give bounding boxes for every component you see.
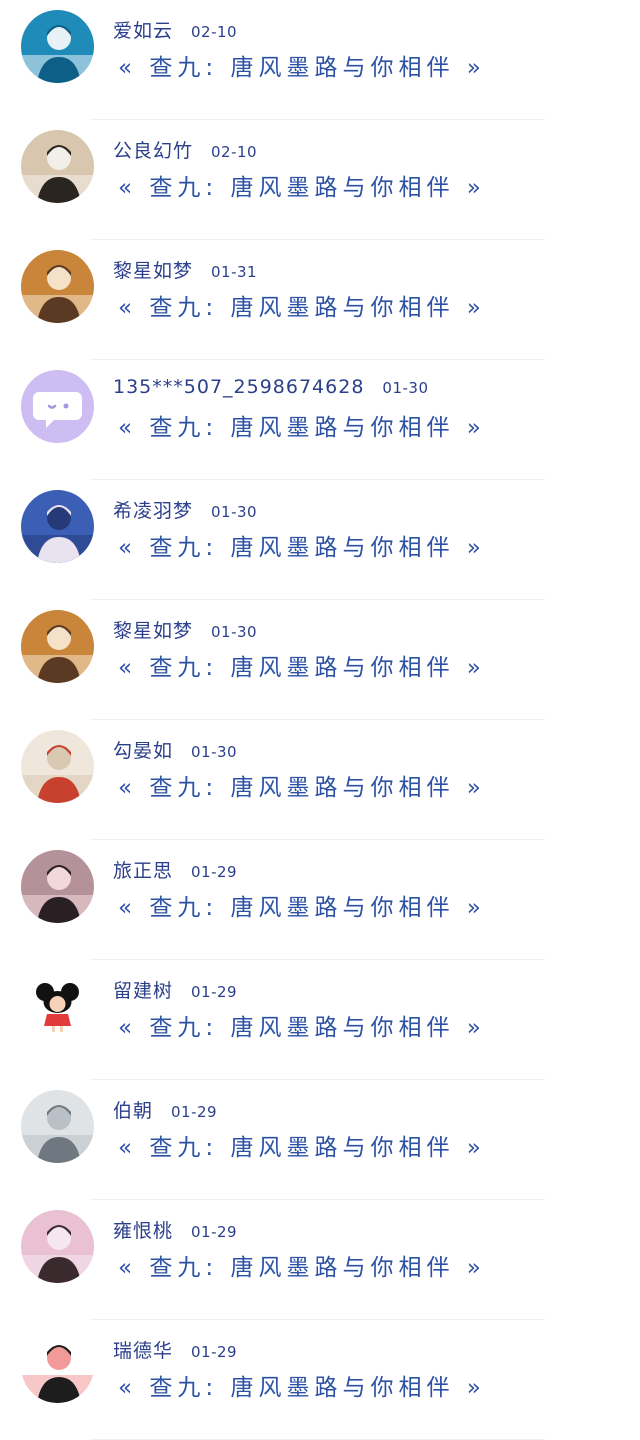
message-meta: 伯朝 01-29 [113,1096,217,1126]
message-list: 爱如云 02-10 « 查九: 唐风墨路与你相伴 » 公良幻竹 02-10 « 查九: 唐… [0,0,640,1440]
red-dress-figure-icon [21,730,94,803]
avatar[interactable] [21,610,94,683]
message-meta: 黎星如梦 01-30 [113,616,257,646]
message-date: 01-29 [191,1223,238,1241]
user-name[interactable]: 旅正思 [113,856,173,883]
cartoon-doll-avatar-icon [21,970,94,1043]
user-name[interactable]: 伯朝 [113,1096,153,1123]
avatar[interactable] [21,730,94,803]
message-meta: 勾晏如 01-30 [113,736,237,766]
user-name[interactable]: 黎星如梦 [113,616,193,643]
message-meta: 旅正思 01-29 [113,856,237,886]
girl-sunset-photo-icon [21,250,94,323]
avatar[interactable] [21,130,94,203]
avatar[interactable] [21,490,94,563]
message-meta: 公良幻竹 02-10 [113,136,257,166]
message-item[interactable]: 瑞德华 01-29 « 查九: 唐风墨路与你相伴 » [0,1320,640,1440]
man-cello-photo-icon [21,130,94,203]
user-name[interactable]: 黎星如梦 [113,256,193,283]
message-text: « 查九: 唐风墨路与你相伴 » [118,895,486,921]
avatar[interactable] [21,970,94,1043]
user-name[interactable]: 瑞德华 [113,1336,173,1363]
message-date: 01-30 [191,743,238,761]
message-date: 01-31 [211,263,258,281]
message-item[interactable]: 留建树 01-29 « 查九: 唐风墨路与你相伴 » [0,960,640,1080]
message-text: « 查九: 唐风墨路与你相伴 » [118,1015,486,1041]
message-text: « 查九: 唐风墨路与你相伴 » [118,295,486,321]
message-text: « 查九: 唐风墨路与你相伴 » [118,55,486,81]
message-text: « 查九: 唐风墨路与你相伴 » [118,535,486,561]
message-item[interactable]: 旅正思 01-29 « 查九: 唐风墨路与你相伴 » [0,840,640,960]
message-date: 01-30 [382,379,429,397]
user-name[interactable]: 雍恨桃 [113,1216,173,1243]
message-meta: 留建树 01-29 [113,976,237,1006]
message-meta: 135***507_2598674628 01-30 [113,376,429,406]
message-item[interactable]: 勾晏如 01-30 « 查九: 唐风墨路与你相伴 » [0,720,640,840]
avatar[interactable] [21,250,94,323]
message-text: « 查九: 唐风墨路与你相伴 » [118,775,486,801]
user-name[interactable]: 爱如云 [113,16,173,43]
message-text: « 查九: 唐风墨路与你相伴 » [118,415,486,441]
message-text: « 查九: 唐风墨路与你相伴 » [118,1135,486,1161]
message-meta: 爱如云 02-10 [113,16,237,46]
message-item[interactable]: 希凌羽梦 01-30 « 查九: 唐风墨路与你相伴 » [0,480,640,600]
message-text: « 查九: 唐风墨路与你相伴 » [118,175,486,201]
default-chat-avatar-icon [21,370,94,443]
window-silhouette-photo-icon [21,1090,94,1163]
message-item[interactable]: 爱如云 02-10 « 查九: 唐风墨路与你相伴 » [0,0,640,120]
message-date: 01-29 [191,983,238,1001]
message-date: 01-29 [191,863,238,881]
message-item[interactable]: 雍恨桃 01-29 « 查九: 唐风墨路与你相伴 » [0,1200,640,1320]
avatar[interactable] [21,1210,94,1283]
user-name[interactable]: 留建树 [113,976,173,1003]
message-date: 01-30 [211,503,258,521]
avatar[interactable] [21,370,94,443]
message-date: 01-29 [171,1103,218,1121]
message-item[interactable]: 伯朝 01-29 « 查九: 唐风墨路与你相伴 » [0,1080,640,1200]
message-date: 02-10 [211,143,258,161]
avatar[interactable] [21,850,94,923]
avatar[interactable] [21,1090,94,1163]
message-text: « 查九: 唐风墨路与你相伴 » [118,655,486,681]
user-name[interactable]: 135***507_2598674628 [113,376,364,398]
user-name[interactable]: 公良幻竹 [113,136,193,163]
message-date: 02-10 [191,23,238,41]
message-date: 01-30 [211,623,258,641]
dancer-photo-icon [21,10,94,83]
message-meta: 黎星如梦 01-31 [113,256,257,286]
message-meta: 雍恨桃 01-29 [113,1216,237,1246]
message-text: « 查九: 唐风墨路与你相伴 » [118,1255,486,1281]
message-item[interactable]: 135***507_2598674628 01-30 « 查九: 唐风墨路与你相伴 … [0,360,640,480]
message-text: « 查九: 唐风墨路与你相伴 » [118,1375,486,1401]
message-item[interactable]: 公良幻竹 02-10 « 查九: 唐风墨路与你相伴 » [0,120,640,240]
girl-portrait-photo-icon [21,1210,94,1283]
anime-girl-avatar-icon [21,850,94,923]
message-meta: 瑞德华 01-29 [113,1336,237,1366]
message-date: 01-29 [191,1343,238,1361]
message-meta: 希凌羽梦 01-30 [113,496,257,526]
avatar[interactable] [21,10,94,83]
anime-boy-avatar-icon [21,490,94,563]
message-item[interactable]: 黎星如梦 01-31 « 查九: 唐风墨路与你相伴 » [0,240,640,360]
cartoon-boy-avatar-icon [21,1330,94,1403]
user-name[interactable]: 希凌羽梦 [113,496,193,523]
avatar[interactable] [21,1330,94,1403]
user-name[interactable]: 勾晏如 [113,736,173,763]
girl-sunset-photo-icon [21,610,94,683]
message-item[interactable]: 黎星如梦 01-30 « 查九: 唐风墨路与你相伴 » [0,600,640,720]
